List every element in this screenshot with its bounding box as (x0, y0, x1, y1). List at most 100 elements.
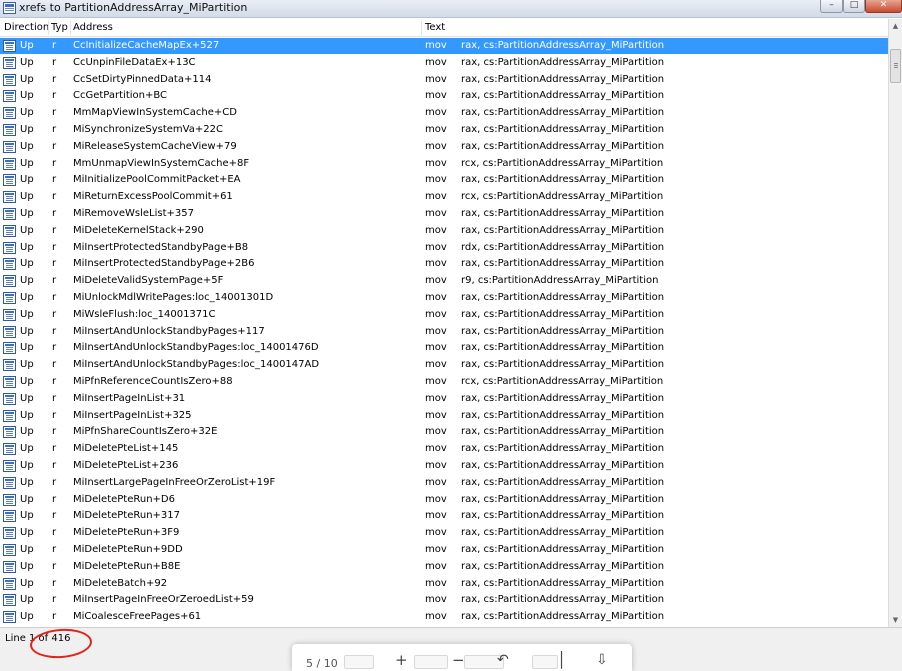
window-title: xrefs to PartitionAddressArray_MiPartiti… (19, 1, 248, 14)
xref-row[interactable]: Up r MiWsleFlush:loc_14001371C mov rax, cs:P… (0, 307, 888, 323)
xref-direction: Up (20, 90, 34, 102)
vertical-scrollbar[interactable]: ▲ ▼ (888, 19, 902, 627)
xref-row[interactable]: Up r MiReturnExcessPoolCommit+61 mov rcx, cs… (0, 189, 888, 205)
xref-row[interactable]: Up r MiInsertLargePageInFreeOrZeroList+19F… (0, 475, 888, 491)
xref-direction: Up (20, 191, 34, 203)
xref-row[interactable]: Up r MiDeletePteRun+317 mov rax, cs:Partitio… (0, 508, 888, 524)
xref-row[interactable]: Up r MiInsertProtectedStandbyPage+B8 mov rdx… (0, 240, 888, 256)
xref-type: r (52, 174, 57, 186)
page-indicator: 5 / 10 (306, 657, 338, 670)
xref-direction: Up (20, 359, 34, 371)
xref-code-icon (3, 275, 16, 288)
xref-operands: rcx, cs:PartitionAddressArray_MiPartitio… (461, 157, 664, 169)
xref-row[interactable]: Up r MiDeleteKernelStack+290 mov rax, cs:Par… (0, 223, 888, 239)
xref-row[interactable]: Up r MiInsertAndUnlockStandbyPages+117 mov r… (0, 324, 888, 340)
xref-address: MiInitializePoolCommitPacket+EA (73, 174, 241, 186)
scroll-up-arrow-icon[interactable]: ▲ (890, 19, 901, 33)
column-divider[interactable] (48, 21, 49, 35)
xref-direction: Up (20, 426, 34, 438)
xref-list[interactable]: Up r CcInitializeCacheMapEx+527 mov rax, cs:… (0, 38, 888, 627)
xref-row[interactable]: Up r CcSetDirtyPinnedData+114 mov rax, cs:Pa… (0, 72, 888, 88)
xref-mnemonic: mov (425, 493, 447, 505)
xref-row[interactable]: Up r MiDeletePteList+145 mov rax, cs:Partiti… (0, 441, 888, 457)
xref-row[interactable]: Up r MmMapViewInSystemCache+CD mov rax, cs:P… (0, 105, 888, 121)
xref-address: MiInsertPageInList+325 (73, 409, 192, 421)
xref-type: r (52, 443, 57, 455)
xref-row[interactable]: Up r MiDeletePteRun+B8E mov rax, cs:Partitio… (0, 559, 888, 575)
xref-address: CcGetPartition+BC (73, 90, 168, 102)
xref-address: MiInsertPageInFreeOrZeroedList+59 (73, 594, 254, 606)
rotate-icon[interactable]: ↶ (497, 652, 509, 668)
xref-address: MiDeletePteRun+3F9 (73, 527, 180, 539)
window-title-bar[interactable]: xrefs to PartitionAddressArray_MiPartiti… (0, 0, 902, 18)
column-header-type[interactable]: Typ (51, 22, 68, 33)
column-header-direction[interactable]: Direction (4, 22, 49, 33)
xref-type: r (52, 56, 57, 68)
xref-operands: rax, cs:PartitionAddressArray_MiPartitio… (461, 90, 665, 102)
xref-operands: rax, cs:PartitionAddressArray_MiPartitio… (461, 443, 665, 455)
xref-row[interactable]: Up r MiDeleteBatch+92 mov rax, cs:PartitionA… (0, 576, 888, 592)
maximize-button[interactable]: □ (843, 0, 865, 13)
xref-row[interactable]: Up r MiRemoveWsleList+357 mov rax, cs:Partit… (0, 206, 888, 222)
xref-row[interactable]: Up r MiReleaseSystemCacheView+79 mov rax, cs… (0, 139, 888, 155)
xref-mnemonic: mov (425, 577, 447, 589)
xref-address: MiReleaseSystemCacheView+79 (73, 140, 237, 152)
xref-row[interactable]: Up r CcInitializeCacheMapEx+527 mov rax, cs:… (0, 38, 888, 54)
minimize-button[interactable]: – (820, 0, 843, 13)
xref-row[interactable]: Up r MiDeleteValidSystemPage+5F mov r9, cs:P… (0, 273, 888, 289)
xref-row[interactable]: Up r CcGetPartition+BC mov rax, cs:Partition… (0, 88, 888, 104)
xref-row[interactable]: Up r MiDeletePteList+236 mov rax, cs:Partiti… (0, 458, 888, 474)
xref-address: MiDeletePteList+236 (73, 460, 179, 471)
xref-row[interactable]: Up r MiDeletePteRun+D6 mov rax, cs:Partition… (0, 492, 888, 508)
xref-direction: Up (20, 594, 34, 606)
xref-row[interactable]: Up r MiInitializePoolCommitPacket+EA mov rax… (0, 172, 888, 188)
xref-address: MiReturnExcessPoolCommit+61 (73, 191, 233, 203)
xref-row[interactable]: Up r MmUnmapViewInSystemCache+8F mov rcx, cs… (0, 156, 888, 172)
xref-row[interactable]: Up r MiInsertProtectedStandbyPage+2B6 mov ra… (0, 256, 888, 272)
scrollbar-thumb[interactable] (890, 49, 901, 83)
xref-direction: Up (20, 409, 34, 421)
page-range-input[interactable] (532, 655, 558, 669)
column-header-address[interactable]: Address (73, 22, 113, 33)
scroll-down-arrow-icon[interactable]: ▼ (890, 613, 901, 627)
xref-direction: Up (20, 241, 34, 253)
xref-row[interactable]: Up r MiUnlockMdlWritePages:loc_14001301D mo… (0, 290, 888, 306)
xref-operands: rax, cs:PartitionAddressArray_MiPartitio… (461, 174, 665, 186)
download-icon[interactable]: ⇩ (596, 652, 608, 668)
xref-row[interactable]: Up r MiInsertPageInFreeOrZeroedList+59 mov r… (0, 592, 888, 608)
page-input[interactable] (344, 655, 374, 669)
xref-row[interactable]: Up r MiSynchronizeSystemVa+22C mov rax, cs:P… (0, 122, 888, 138)
xref-row[interactable]: Up r MiPfnShareCountIsZero+32E mov rax, cs:P… (0, 424, 888, 440)
zoom-input[interactable] (414, 655, 448, 669)
xref-address: MiDeletePteRun+9DD (73, 544, 183, 555)
zoom-in-icon[interactable]: + (395, 652, 408, 668)
column-header-text[interactable]: Text (425, 22, 445, 33)
xref-row[interactable]: Up r MiInsertPageInList+325 mov rax, cs:Part… (0, 408, 888, 424)
xref-mnemonic: mov (425, 275, 447, 287)
xref-operands: rax, cs:PartitionAddressArray_MiPartitio… (461, 40, 665, 51)
xref-type: r (52, 510, 57, 522)
column-divider[interactable] (421, 21, 422, 35)
xref-row[interactable]: Up r MiInsertAndUnlockStandbyPages:loc_140… (0, 357, 888, 373)
xref-row[interactable]: Up r MiInsertPageInList+31 mov rax, cs:Parti… (0, 391, 888, 407)
xref-row[interactable]: Up r CcUnpinFileDataEx+13C mov rax, cs:Parti… (0, 55, 888, 71)
xref-mnemonic: mov (425, 40, 447, 51)
xref-address: MiDeleteKernelStack+290 (73, 224, 204, 236)
xref-row[interactable]: Up r MiCoalesceFreePages+61 mov rax, cs:Part… (0, 609, 888, 625)
column-divider[interactable] (70, 21, 71, 35)
xref-mnemonic: mov (425, 73, 447, 85)
xref-address: CcUnpinFileDataEx+13C (73, 56, 196, 68)
xref-row[interactable]: Up r MiPfnReferenceCountIsZero+88 mov rcx, c… (0, 374, 888, 390)
close-button[interactable]: ✕ (865, 0, 902, 13)
xref-row[interactable]: Up r MiDeletePteRun+9DD mov rax, cs:Partitio… (0, 542, 888, 558)
xref-direction: Up (20, 107, 34, 119)
xref-mnemonic: mov (425, 191, 447, 203)
zoom-out-icon[interactable]: − (452, 652, 465, 668)
xref-address: MiPfnShareCountIsZero+32E (73, 426, 218, 438)
xref-row[interactable]: Up r MiInsertAndUnlockStandbyPages:loc_140… (0, 340, 888, 356)
xref-type: r (52, 124, 57, 135)
xref-direction: Up (20, 73, 34, 85)
xref-address: MiInsertProtectedStandbyPage+2B6 (73, 258, 255, 270)
xref-direction: Up (20, 611, 34, 623)
xref-row[interactable]: Up r MiDeletePteRun+3F9 mov rax, cs:Partitio… (0, 525, 888, 541)
